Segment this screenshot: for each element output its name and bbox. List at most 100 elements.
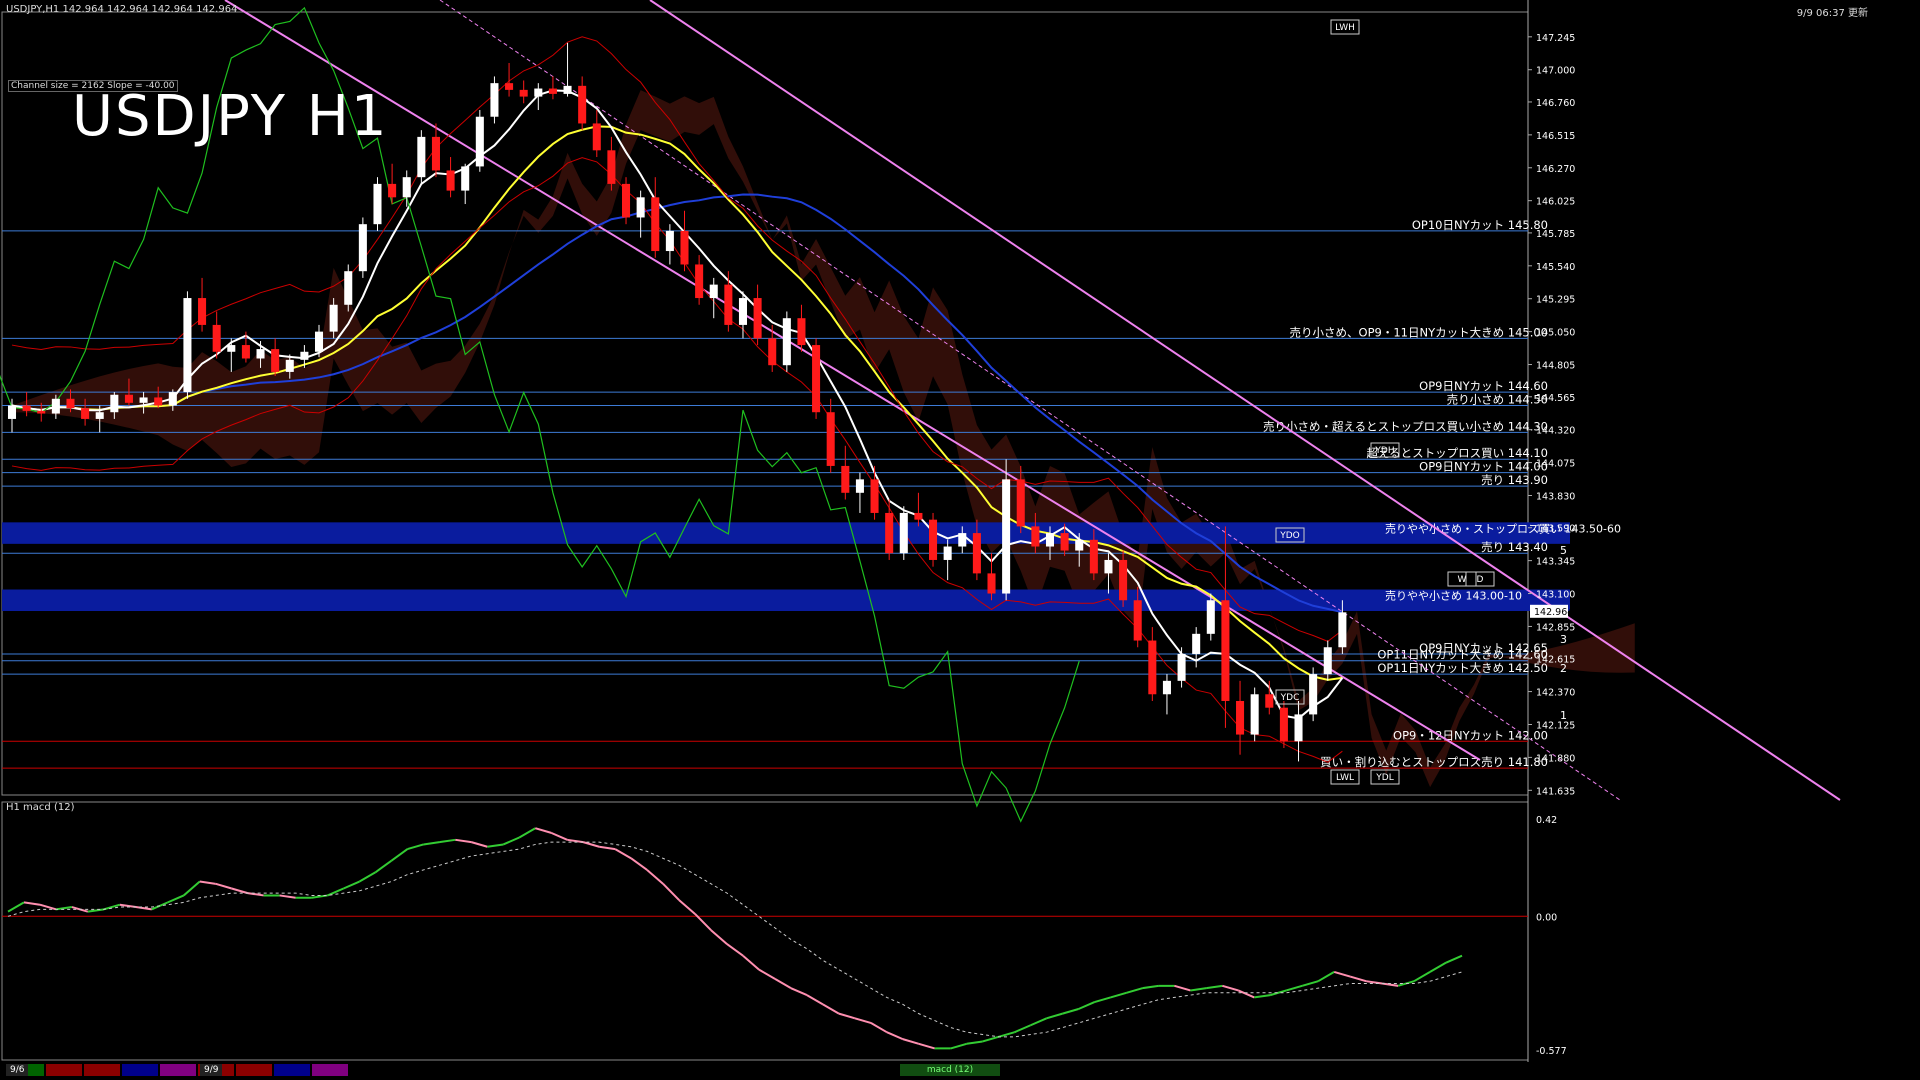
candle-body (1104, 559, 1113, 574)
macd-segment (550, 831, 568, 841)
box-label-4: LWH (1335, 23, 1355, 33)
macd-segment (774, 978, 792, 990)
macd-segment (135, 906, 152, 911)
candle-body (841, 465, 850, 493)
macd-segment (1285, 984, 1303, 992)
indicator-tab-macd[interactable]: macd (12) (900, 1064, 1000, 1076)
level-label-8: 売り 143.40 (1481, 540, 1548, 554)
candle-body (358, 224, 367, 272)
candle-body (1162, 680, 1171, 695)
macd-segment (247, 892, 264, 897)
macd-segment (1333, 970, 1351, 978)
macd-segment (1445, 954, 1463, 964)
candle-body (1119, 559, 1128, 601)
candle-body (95, 412, 104, 419)
level-label-0: OP10日NYカット 145.80 (1412, 218, 1548, 232)
macd-segment (1206, 984, 1223, 990)
macd-signal-line (7, 841, 1463, 1038)
candle-body (1045, 533, 1055, 547)
candle-body (139, 397, 148, 403)
candle-body (680, 230, 689, 265)
macd-segment (502, 836, 520, 846)
candle-body (373, 183, 382, 225)
price-chart[interactable]: 売りやや小さめ・ストップロス買い 143.50-60 売りやや小さめ 143.00… (0, 0, 1920, 1080)
candle-body (212, 324, 221, 352)
macd-segment (918, 1042, 936, 1050)
date-label-1: 9/6 (6, 1064, 29, 1076)
candle-body (402, 177, 411, 198)
candle-body (709, 284, 718, 299)
macd-segment (1317, 971, 1335, 983)
candle-body (914, 512, 923, 520)
candle-body (475, 116, 484, 167)
candle-body (651, 197, 660, 252)
macd-segment (966, 1040, 983, 1045)
macd-segment (614, 848, 632, 860)
candle-body (431, 136, 440, 171)
price-tick-20: 142.370 (1536, 688, 1575, 699)
chart-title: USDJPY H1 (72, 84, 389, 149)
macd-segment (950, 1042, 967, 1050)
candle-body (1192, 633, 1201, 654)
timeline-segment-6 (236, 1064, 272, 1076)
timeline-segment-7 (274, 1064, 310, 1076)
datetime: 9/9 06:37 更新 (1796, 8, 1868, 19)
macd-segment (790, 987, 808, 997)
macd-segment (1126, 987, 1143, 994)
chart-window: 売りやや小さめ・ストップロス買い 143.50-60 売りやや小さめ 143.00… (0, 0, 1920, 1080)
level-label-4: 売り小さめ・超えるとストップロス買い小さめ 144.30 (1263, 419, 1548, 433)
macd-segment (374, 859, 393, 874)
box-label-0: YDO (1279, 531, 1300, 541)
macd-segment (518, 827, 536, 839)
candle-body (1250, 694, 1259, 735)
macd-segment (1142, 984, 1159, 990)
candle-body (929, 519, 938, 560)
macd-segment (183, 880, 201, 897)
macd-segment (1110, 991, 1127, 999)
candle-body (1236, 700, 1245, 735)
candle-body (943, 546, 952, 560)
macd-tick-1: 0.00 (1536, 912, 1557, 923)
candle-body (724, 284, 733, 325)
candle-body (110, 394, 119, 413)
macd-segment (87, 908, 105, 913)
candle-body (1031, 526, 1040, 547)
candle-body (607, 150, 616, 184)
macd-tick-2: -0.577 (1536, 1046, 1567, 1057)
candle-body (519, 89, 528, 97)
price-tick-12: 144.320 (1536, 426, 1575, 437)
candle-body (1221, 600, 1230, 701)
macd-segment (1366, 980, 1383, 985)
macd-segment (710, 929, 728, 945)
macd-segment (423, 841, 440, 846)
price-tick-9: 145.050 (1536, 328, 1575, 339)
price-tick-0: 147.245 (1536, 33, 1575, 44)
candle-body (314, 331, 324, 352)
macd-segment (1014, 1024, 1032, 1034)
macd-segment (1237, 989, 1255, 999)
projection-label-1: 3 (1560, 633, 1567, 646)
candle-body (7, 405, 17, 419)
timeline-segment-4 (160, 1064, 196, 1076)
price-tick-1: 147.000 (1536, 66, 1575, 77)
candle-body (1075, 539, 1084, 551)
candle-body (855, 479, 864, 493)
price-tick-4: 146.270 (1536, 164, 1575, 175)
box-label-1: YDC (1280, 693, 1300, 703)
candle-body (563, 85, 572, 94)
macd-segment (471, 841, 488, 848)
band-lower-line (11, 157, 1343, 763)
price-zone-1 (2, 589, 1570, 611)
candle-body (198, 298, 207, 325)
candle-body (1279, 707, 1288, 742)
macd-segment (1301, 980, 1319, 987)
macd-segment (662, 883, 680, 901)
macd-segment (870, 1022, 888, 1034)
macd-segment (7, 901, 25, 913)
projection-label-0: 5 (1560, 544, 1567, 557)
macd-segment (742, 954, 760, 971)
price-tick-23: 141.635 (1536, 786, 1575, 797)
macd-segment (806, 994, 824, 1006)
candle-body (227, 345, 236, 352)
macd-segment (407, 843, 424, 851)
